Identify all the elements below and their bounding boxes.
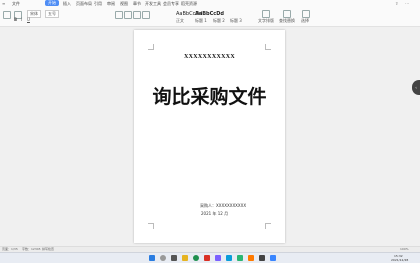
tab-file[interactable]: 文件 xyxy=(12,1,20,7)
tab-docer[interactable]: 稻壳资源 xyxy=(181,1,197,7)
start-icon[interactable] xyxy=(149,255,155,261)
style-label-h3: 标题 3 xyxy=(230,18,242,23)
select-icon[interactable] xyxy=(302,10,310,18)
app-icon[interactable] xyxy=(248,255,254,261)
document-title: 询比采购文件 xyxy=(152,86,267,108)
text-layout-icon[interactable] xyxy=(262,10,270,18)
paste-icon[interactable] xyxy=(3,11,11,19)
tab-view[interactable]: 视图 xyxy=(120,1,128,7)
style-label-normal: 正文 xyxy=(176,18,184,23)
app-icon[interactable] xyxy=(215,255,221,261)
align-left-icon[interactable] xyxy=(133,11,141,19)
bullets-icon[interactable] xyxy=(115,11,123,19)
more-icon[interactable]: ⋯ xyxy=(405,1,409,6)
status-words[interactable]: 字数：12345 xyxy=(22,247,41,251)
tab-insert[interactable]: 插入 xyxy=(63,1,71,7)
font-size-select[interactable]: 五号 xyxy=(45,10,59,18)
clock-date[interactable]: 2021/12/28 xyxy=(391,258,408,262)
select-button[interactable]: 选择 xyxy=(301,18,309,24)
find-replace-icon[interactable] xyxy=(283,10,291,18)
browser-icon[interactable] xyxy=(193,255,199,261)
underline-button[interactable]: U xyxy=(27,17,30,22)
tab-home[interactable]: 开始 xyxy=(45,0,59,6)
document-date: 2021 年 12 月 xyxy=(201,211,229,216)
corner-mark xyxy=(265,44,271,50)
menu-icon[interactable]: ≡ xyxy=(2,1,5,6)
ribbon-toolbar: ≡ 文件 开始 插入 页面布局 引用 审阅 视图 章节 开发工具 会员专享 稻壳… xyxy=(0,0,420,27)
app-icon[interactable] xyxy=(226,255,232,261)
tab-chapter[interactable]: 章节 xyxy=(133,1,141,7)
style-label-h1: 标题 1 xyxy=(195,18,207,23)
buyer-line: 采购人：XXXXXXXXXXX xyxy=(200,203,247,208)
share-icon[interactable]: ⇪ xyxy=(395,1,398,6)
tab-member[interactable]: 会员专享 xyxy=(163,1,179,7)
tab-page-layout[interactable]: 页面布局 xyxy=(76,1,92,7)
italic-button[interactable]: I xyxy=(21,17,22,22)
text-layout-button[interactable]: 文字排版 xyxy=(258,18,274,24)
chevron-left-icon: ‹ xyxy=(415,85,417,90)
document-page[interactable]: XXXXXXXXXXX 询比采购文件 采购人：XXXXXXXXXXX 2021 … xyxy=(134,30,285,243)
status-page[interactable]: 页面：1/35 xyxy=(2,247,18,251)
corner-mark xyxy=(265,223,271,229)
tab-references[interactable]: 引用 xyxy=(94,1,102,7)
app-icon[interactable] xyxy=(270,255,276,261)
corner-mark xyxy=(148,223,154,229)
tab-review[interactable]: 审阅 xyxy=(107,1,115,7)
taskbar: 15:32 2021/12/28 xyxy=(0,252,420,263)
app-icon[interactable] xyxy=(259,255,265,261)
search-icon[interactable] xyxy=(160,255,166,261)
numbering-icon[interactable] xyxy=(124,11,132,19)
align-center-icon[interactable] xyxy=(142,11,150,19)
style-label-h2: 标题 2 xyxy=(213,18,225,23)
menu-tabs: ≡ 文件 开始 插入 页面布局 引用 审阅 视图 章节 开发工具 会员专享 稻壳… xyxy=(0,0,420,9)
file-explorer-icon[interactable] xyxy=(182,255,188,261)
find-replace-button[interactable]: 查找替换 xyxy=(279,18,295,24)
corner-mark xyxy=(148,44,154,50)
document-code: XXXXXXXXXXX xyxy=(184,54,235,60)
style-preview-h1[interactable]: AaBbCcDd xyxy=(195,11,224,17)
wechat-icon[interactable] xyxy=(237,255,243,261)
bold-button[interactable]: B xyxy=(14,17,17,22)
tab-developer[interactable]: 开发工具 xyxy=(145,1,161,7)
status-zoom[interactable]: 100% xyxy=(400,247,409,251)
side-panel-toggle[interactable]: ‹ xyxy=(412,80,420,95)
wps-icon[interactable] xyxy=(204,255,210,261)
task-view-icon[interactable] xyxy=(171,255,177,261)
status-spellcheck[interactable]: 拼写检查 xyxy=(42,247,54,251)
